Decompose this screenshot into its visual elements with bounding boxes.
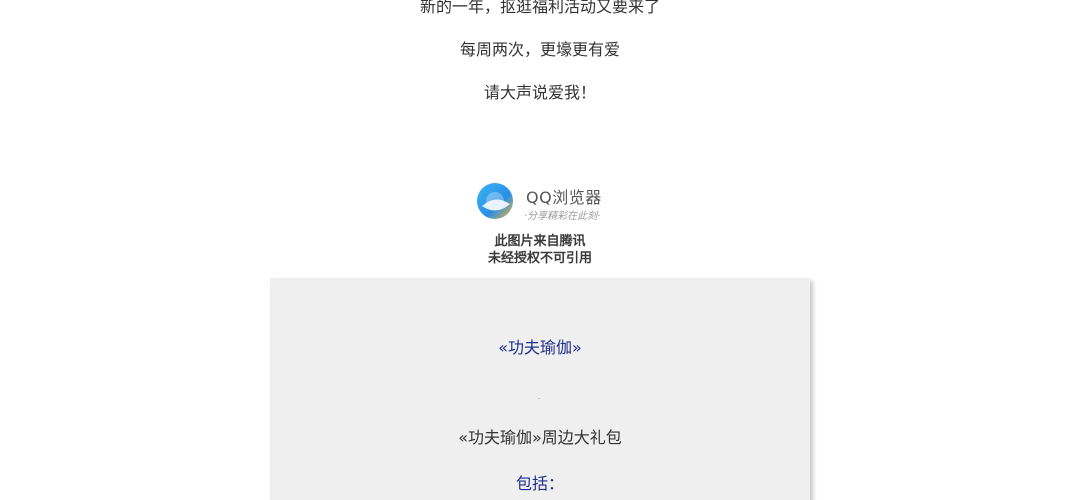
watermark-placeholder-image: QQ浏览器 ·分享精彩在此刻· 此图片来自腾讯 未经授权不可引用 [466, 172, 614, 272]
article-page: 新的一年，抠逛福利活动又要来了 每周两次，更壕更有爱 请大声说爱我！ QQ浏览器… [0, 0, 1080, 500]
watermark-notice-line-2: 未经授权不可引用 [487, 251, 592, 266]
intro-line-1: 新的一年，抠逛福利活动又要来了 [419, 0, 660, 16]
promo-subtitle: «功夫瑜伽»周边大礼包 [458, 428, 622, 447]
intro-line-3: 请大声说爱我！ [483, 83, 596, 102]
qq-browser-logo-icon [477, 183, 513, 219]
watermark-brand-text: QQ浏览器 [526, 188, 602, 207]
promo-title: «功夫瑜伽» [498, 338, 582, 357]
promo-includes-label: 包括： [515, 474, 564, 493]
promo-panel: «功夫瑜伽» «功夫瑜伽»周边大礼包 包括： [270, 278, 810, 500]
divider-dot [538, 398, 540, 399]
intro-line-2: 每周两次，更壕更有爱 [459, 40, 620, 59]
watermark-slogan-text: ·分享精彩在此刻· [524, 211, 601, 222]
